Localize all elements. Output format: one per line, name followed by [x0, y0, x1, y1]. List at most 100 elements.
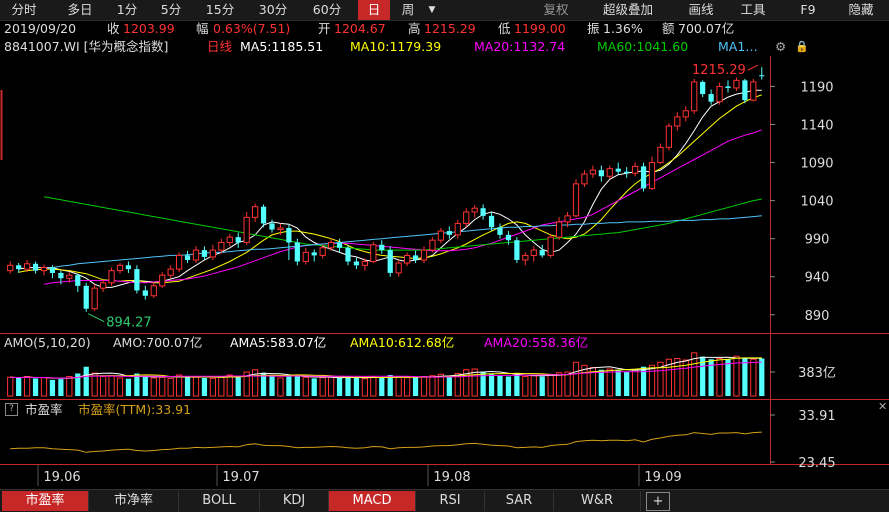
amo-bar	[353, 377, 360, 396]
date-label: 19.09	[644, 470, 681, 485]
candle-body	[759, 75, 765, 77]
tab-wr[interactable]: W&R	[554, 491, 641, 511]
tab-pb[interactable]: 市净率	[89, 491, 179, 511]
amo-bar	[108, 375, 115, 397]
candle-body	[589, 169, 597, 175]
amo-bar	[420, 375, 428, 397]
candle-body	[555, 221, 563, 238]
candle-body	[184, 255, 191, 260]
candle-body	[497, 227, 503, 235]
candle-body	[429, 239, 436, 251]
candle-body	[606, 168, 613, 177]
amo-bar	[750, 358, 757, 397]
amo-bar	[370, 375, 377, 397]
amo-bar	[403, 377, 411, 397]
candle-body	[159, 274, 166, 287]
pe-value: 市盈率(TTM):33.91	[78, 402, 192, 417]
tab-pe[interactable]: 市盈率	[2, 491, 89, 511]
candle-body	[91, 287, 98, 310]
amo-bar	[412, 377, 419, 396]
candle-body	[514, 240, 520, 260]
help-icon[interactable]: ?	[5, 403, 18, 416]
pe-ttm-line	[10, 431, 762, 453]
amo-bar	[345, 376, 351, 396]
amo-bar	[302, 376, 309, 397]
tab-rsi[interactable]: RSI	[416, 491, 485, 511]
candle-body	[251, 206, 259, 218]
candle-body	[615, 168, 621, 172]
tab-sar[interactable]: SAR	[485, 491, 554, 511]
amo-bar	[235, 377, 241, 396]
candle-body	[125, 265, 132, 270]
min-pointer	[87, 313, 105, 323]
candle-body	[682, 110, 689, 118]
kline-chart-canvas[interactable]: 383亿 33.9123.45 119011401090104099094089…	[0, 0, 889, 511]
candle-body	[624, 171, 630, 174]
max-pointer	[747, 64, 759, 71]
max-price-label: 1215.29	[692, 63, 746, 78]
candle-body	[243, 216, 250, 243]
amo-bar	[725, 359, 731, 396]
candle-body	[547, 236, 554, 256]
tab-kdj[interactable]: KDJ	[260, 491, 329, 511]
price-label: 940	[805, 271, 830, 286]
amo-bar	[192, 376, 200, 397]
amo-bar	[572, 361, 580, 397]
amo-value: AMO:700.07亿	[113, 335, 203, 350]
amo-bar	[99, 375, 107, 397]
candle-body	[327, 241, 335, 249]
candle-body	[336, 242, 343, 248]
date-label: 19.08	[433, 470, 470, 485]
candle-body	[16, 265, 22, 270]
candle-body	[708, 94, 714, 102]
ma-line-ma60	[43, 196, 762, 251]
candle-body	[302, 251, 309, 263]
candle-body	[665, 125, 673, 148]
amo-bar	[522, 375, 529, 397]
min-price-label: 894.27	[106, 316, 152, 331]
amo-legend: AMO(5,10,20) AMO:700.07亿 AMA5:583.07亿 AM…	[0, 334, 889, 352]
candle-body	[58, 272, 64, 279]
candle-body	[488, 215, 495, 228]
candle-body	[598, 170, 604, 177]
amo-bar	[429, 375, 436, 397]
amo-bar	[555, 372, 563, 397]
candle-body	[370, 244, 377, 262]
amo-bar	[488, 373, 495, 396]
candle-body	[716, 85, 723, 103]
amo-bar	[201, 377, 208, 396]
amo-bar	[226, 374, 233, 397]
amo-bar	[742, 358, 748, 396]
candle-body	[218, 241, 225, 251]
amo-bar	[218, 375, 225, 397]
candle-body	[522, 254, 529, 261]
candle-body	[379, 244, 385, 251]
candle-body	[412, 255, 419, 260]
amo-bar	[497, 375, 503, 396]
candle-body	[581, 173, 588, 185]
candle-body	[631, 165, 639, 174]
candle-body	[674, 116, 681, 127]
candle-body	[83, 285, 89, 309]
candle-body	[742, 80, 748, 101]
amo-bar	[336, 377, 343, 396]
candle-body	[269, 223, 275, 230]
ama5-value: AMA5:583.07亿	[230, 335, 327, 350]
candle-body	[277, 227, 284, 231]
amo-bar	[564, 371, 571, 397]
amo-bar	[319, 377, 326, 397]
tab-macd[interactable]: MACD	[329, 491, 416, 511]
candle-body	[345, 247, 351, 262]
tab-boll[interactable]: BOLL	[179, 491, 260, 511]
add-indicator-button[interactable]: +	[646, 492, 670, 511]
amo-bar	[733, 355, 740, 397]
candle-body	[192, 249, 200, 261]
amo-bar	[184, 376, 191, 396]
candle-body	[700, 81, 706, 95]
price-label: 1140	[800, 119, 833, 134]
amo-bar	[142, 376, 148, 396]
candle-body	[463, 211, 470, 224]
amo-bar	[648, 364, 656, 397]
candle-body	[116, 264, 124, 272]
amo-bar	[615, 370, 621, 396]
